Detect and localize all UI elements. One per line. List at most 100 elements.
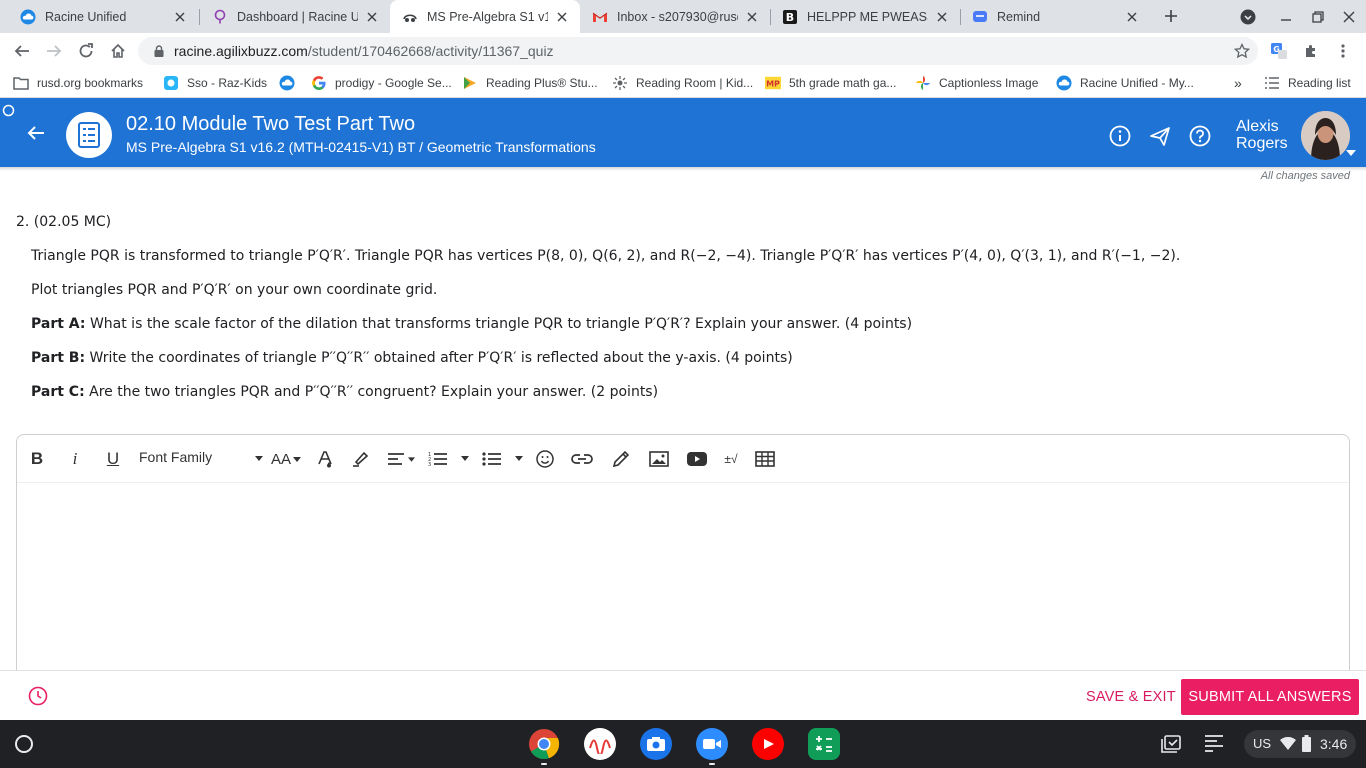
tab-title: Inbox - s207930@rusd.org	[617, 9, 738, 24]
emoji-icon[interactable]	[533, 447, 557, 471]
italic-button[interactable]: i	[65, 447, 85, 471]
pencil-icon[interactable]	[609, 447, 633, 471]
submit-all-answers-button[interactable]: SUBMIT ALL ANSWERS	[1181, 679, 1359, 715]
send-icon[interactable]	[1148, 124, 1172, 148]
page-title: 02.10 Module Two Test Part Two	[126, 113, 416, 135]
bookmark-prodigy[interactable]: prodigy - Google Se...	[311, 74, 452, 92]
browser-toolbar: racine.agilixbuzz.com/student/170462668/…	[0, 33, 1366, 69]
chrome-app-icon[interactable]	[528, 728, 560, 760]
bookmark-star-icon[interactable]	[1234, 43, 1250, 59]
address-bar[interactable]: racine.agilixbuzz.com/student/170462668/…	[138, 37, 1258, 65]
chevron-down-icon[interactable]	[461, 456, 469, 461]
avatar[interactable]	[1301, 111, 1350, 160]
home-button[interactable]	[106, 39, 130, 63]
tab-title: HELPPP ME PWEASSSSS	[807, 9, 928, 24]
running-indicator	[709, 763, 715, 765]
part-c-label: Part C:	[31, 384, 85, 400]
zoom-app-icon[interactable]	[696, 728, 728, 760]
editor-toolbar: B i U Font Family AA 123 ±√	[17, 435, 1349, 483]
question-instruction: Plot triangles PQR and P′Q′R′ on your ow…	[31, 282, 438, 298]
bookmark-racine-unified[interactable]: Racine Unified - My...	[1056, 74, 1194, 92]
bulb-icon	[212, 9, 228, 25]
info-icon[interactable]	[1108, 124, 1132, 148]
clock-icon[interactable]	[28, 686, 48, 706]
bold-button[interactable]: B	[27, 447, 47, 471]
video-icon[interactable]	[685, 447, 709, 471]
font-family-select[interactable]: Font Family	[139, 449, 212, 465]
close-icon[interactable]	[1124, 9, 1140, 25]
wifi-icon	[1280, 737, 1296, 750]
folder-icon	[13, 75, 29, 91]
restore-button[interactable]	[1307, 6, 1329, 28]
bookmark-label: 5th grade math ga...	[789, 76, 897, 90]
text-color-icon[interactable]	[313, 447, 337, 471]
help-icon[interactable]	[1188, 124, 1212, 148]
close-icon[interactable]	[744, 9, 760, 25]
minimize-button[interactable]	[1275, 6, 1297, 28]
bullet-list-icon[interactable]	[481, 447, 503, 471]
image-icon[interactable]	[647, 447, 671, 471]
numbered-list-icon[interactable]: 123	[427, 447, 449, 471]
clock-time[interactable]: 3:46	[1320, 736, 1347, 752]
reload-button[interactable]	[74, 39, 98, 63]
question-part-c: Part C: Are the two triangles PQR and P′…	[31, 384, 658, 400]
tab-inbox[interactable]: Inbox - s207930@rusd.org	[580, 0, 770, 33]
align-icon[interactable]	[385, 447, 417, 471]
new-tab-button[interactable]	[1160, 5, 1182, 27]
remind-icon	[972, 9, 988, 25]
close-icon[interactable]	[554, 9, 570, 25]
battery-icon	[1302, 735, 1311, 752]
sun-icon	[612, 75, 628, 91]
save-exit-button[interactable]: SAVE & EXIT	[1086, 689, 1176, 705]
question-part-b: Part B: Write the coordinates of triangl…	[31, 350, 793, 366]
tab-remind[interactable]: Remind	[960, 0, 1150, 33]
chevron-down-icon[interactable]	[255, 456, 263, 461]
user-name[interactable]: Alexis Rogers	[1236, 118, 1288, 152]
question-number: 2. (02.05 MC)	[16, 214, 112, 230]
bookmarks-bar: rusd.org bookmarks Sso - Raz-Kids prodig…	[0, 69, 1366, 98]
chevron-down-icon	[293, 456, 301, 462]
bookmark-cloud[interactable]	[279, 74, 303, 92]
bookmark-reading-plus[interactable]: Reading Plus® Stu...	[462, 74, 598, 92]
close-icon[interactable]	[364, 9, 380, 25]
bookmark-razkids[interactable]: Sso - Raz-Kids	[163, 74, 267, 92]
breadcrumb[interactable]: MS Pre-Algebra S1 v16.2 (MTH-02415-V1) B…	[126, 139, 596, 155]
close-window-button[interactable]	[1338, 6, 1360, 28]
back-button[interactable]	[10, 39, 34, 63]
highlighter-icon[interactable]	[349, 447, 373, 471]
extensions-puzzle-icon[interactable]	[1299, 39, 1323, 63]
keyboard-layout[interactable]: US	[1253, 736, 1271, 751]
bookmarks-overflow-button[interactable]: »	[1234, 74, 1242, 92]
chevron-down-icon[interactable]	[515, 456, 523, 461]
chevron-down-icon[interactable]	[1346, 150, 1356, 156]
bookmark-5th-grade-math[interactable]: MP 5th grade math ga...	[765, 74, 896, 92]
launcher-icon[interactable]	[12, 732, 36, 756]
font-size-button[interactable]: AA	[269, 447, 303, 471]
table-icon[interactable]	[753, 447, 777, 471]
link-icon[interactable]	[569, 447, 595, 471]
tab-search-button[interactable]	[1237, 6, 1259, 28]
bookmark-reading-room[interactable]: Reading Room | Kid...	[612, 74, 753, 92]
back-arrow-button[interactable]	[22, 122, 50, 144]
reading-list-button[interactable]: Reading list	[1264, 74, 1351, 92]
translate-extension-icon[interactable]: G	[1267, 39, 1291, 63]
youtube-app-icon[interactable]	[752, 728, 784, 760]
special-characters-button[interactable]: ±√	[719, 447, 743, 471]
close-icon[interactable]	[172, 9, 188, 25]
squiggle-app-icon[interactable]	[584, 728, 616, 760]
clipboard-icon[interactable]	[1204, 734, 1224, 752]
tab-ms-pre-algebra[interactable]: MS Pre-Algebra S1 v16.2	[390, 0, 580, 33]
tab-helppp[interactable]: B HELPPP ME PWEASSSSS	[770, 0, 960, 33]
answer-text-area[interactable]	[17, 484, 1349, 674]
underline-button[interactable]: U	[103, 447, 123, 471]
bookmark-captionless-image[interactable]: Captionless Image	[915, 74, 1038, 92]
bookmark-rusd-folder[interactable]: rusd.org bookmarks	[13, 74, 143, 92]
holding-space-icon[interactable]	[1160, 734, 1182, 754]
tab-dashboard[interactable]: Dashboard | Racine Unified	[200, 0, 390, 33]
forward-button[interactable]	[42, 39, 66, 63]
camera-app-icon[interactable]	[640, 728, 672, 760]
tab-racine-unified[interactable]: Racine Unified	[8, 0, 198, 33]
calculator-app-icon[interactable]	[808, 728, 840, 760]
chrome-menu-icon[interactable]	[1331, 39, 1355, 63]
close-icon[interactable]	[934, 9, 950, 25]
